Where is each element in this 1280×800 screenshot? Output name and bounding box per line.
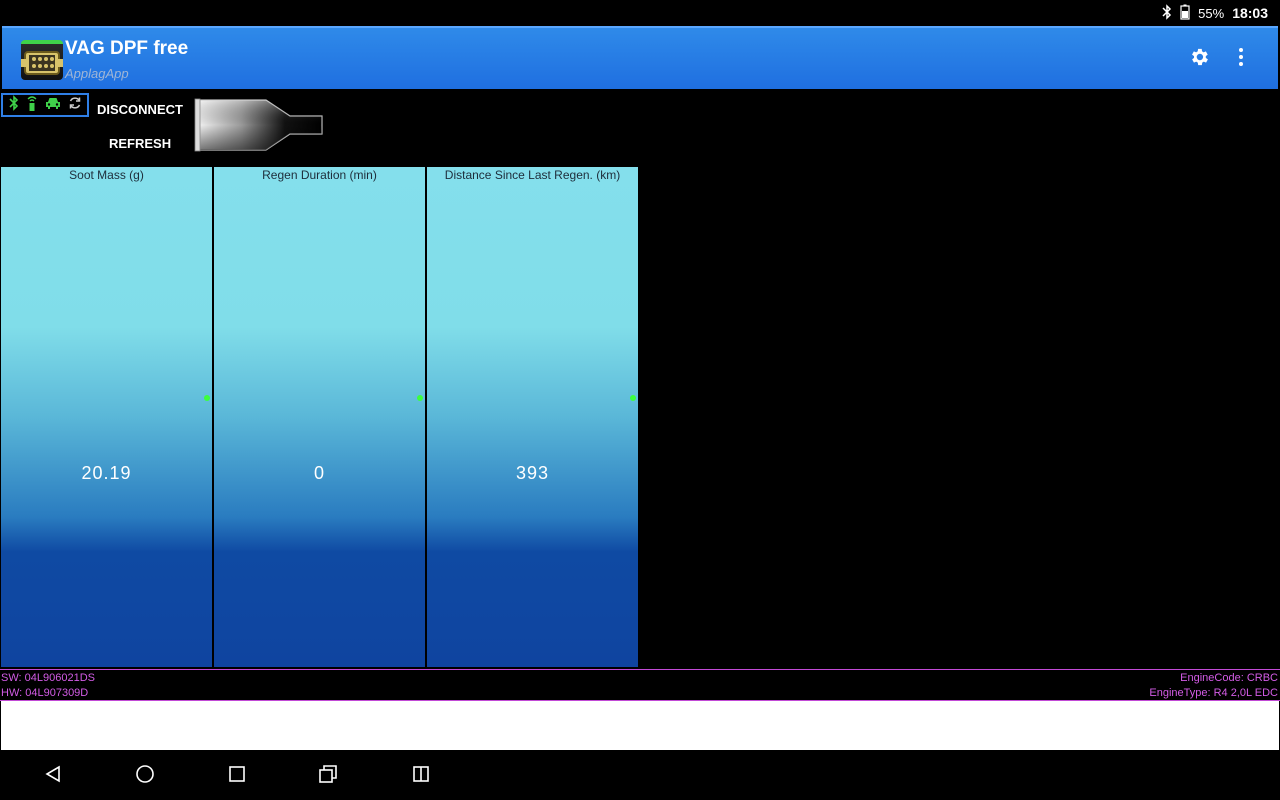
settings-button[interactable] xyxy=(1184,44,1214,74)
split-screen-icon xyxy=(412,765,430,788)
gauge-distance-since-regen: Distance Since Last Regen. (km) 393 xyxy=(427,167,638,667)
gauge-regen-duration: Regen Duration (min) 0 xyxy=(214,167,425,667)
gauge-label: Soot Mass (g) xyxy=(69,168,144,182)
gauge-indicator-dot xyxy=(204,395,210,401)
obd-adapter-icon xyxy=(26,95,38,116)
disconnect-button[interactable]: DISCONNECT xyxy=(97,102,183,117)
home-button[interactable] xyxy=(134,764,156,789)
system-status-bar: 55% 18:03 xyxy=(0,0,1280,26)
app-bar: VAG DPF free ApplagApp xyxy=(2,26,1278,89)
app-title: VAG DPF free xyxy=(65,38,189,59)
settings-icon xyxy=(1188,46,1210,73)
gauge-indicator-dot xyxy=(630,395,636,401)
engine-type: EngineType: R4 2,0L EDC xyxy=(1149,687,1278,699)
gauge-indicator-dot xyxy=(417,395,423,401)
bluetooth-icon xyxy=(1162,3,1172,23)
software-version: SW: 04L906021DS xyxy=(1,672,95,684)
recents-button[interactable] xyxy=(226,765,248,787)
overflow-menu-icon xyxy=(1238,47,1244,72)
gauge-value: 20.19 xyxy=(81,463,132,483)
clock: 18:03 xyxy=(1232,5,1268,21)
home-icon xyxy=(135,764,155,789)
dpf-filter-illustration xyxy=(194,98,326,154)
gauge-value: 393 xyxy=(515,463,550,483)
app-subtitle: ApplagApp xyxy=(65,66,129,81)
divider xyxy=(0,669,1280,670)
engine-code: EngineCode: CRBC xyxy=(1180,672,1278,684)
ad-banner-area xyxy=(1,701,1279,750)
gauge-soot-mass: Soot Mass (g) 20.19 xyxy=(1,167,212,667)
connection-status-indicators xyxy=(1,93,89,117)
refresh-button[interactable]: REFRESH xyxy=(109,136,171,151)
sync-icon xyxy=(68,96,82,115)
system-navigation-bar xyxy=(0,751,1280,800)
screenshot-icon xyxy=(318,764,338,789)
back-button[interactable] xyxy=(42,765,64,787)
screenshot-button[interactable] xyxy=(317,764,339,789)
split-screen-button[interactable] xyxy=(410,765,432,787)
gauge-label: Distance Since Last Regen. (km) xyxy=(444,168,621,182)
recents-icon xyxy=(228,765,246,788)
back-icon xyxy=(44,765,62,788)
app-logo xyxy=(21,40,63,80)
overflow-menu-button[interactable] xyxy=(1226,44,1256,74)
battery-icon xyxy=(1180,4,1190,23)
battery-percent: 55% xyxy=(1198,5,1225,21)
gauge-value: 0 xyxy=(313,463,325,483)
hardware-version: HW: 04L907309D xyxy=(1,687,89,699)
bluetooth-icon xyxy=(8,94,19,116)
gauge-label: Regen Duration (min) xyxy=(262,168,377,182)
car-icon xyxy=(45,96,61,115)
